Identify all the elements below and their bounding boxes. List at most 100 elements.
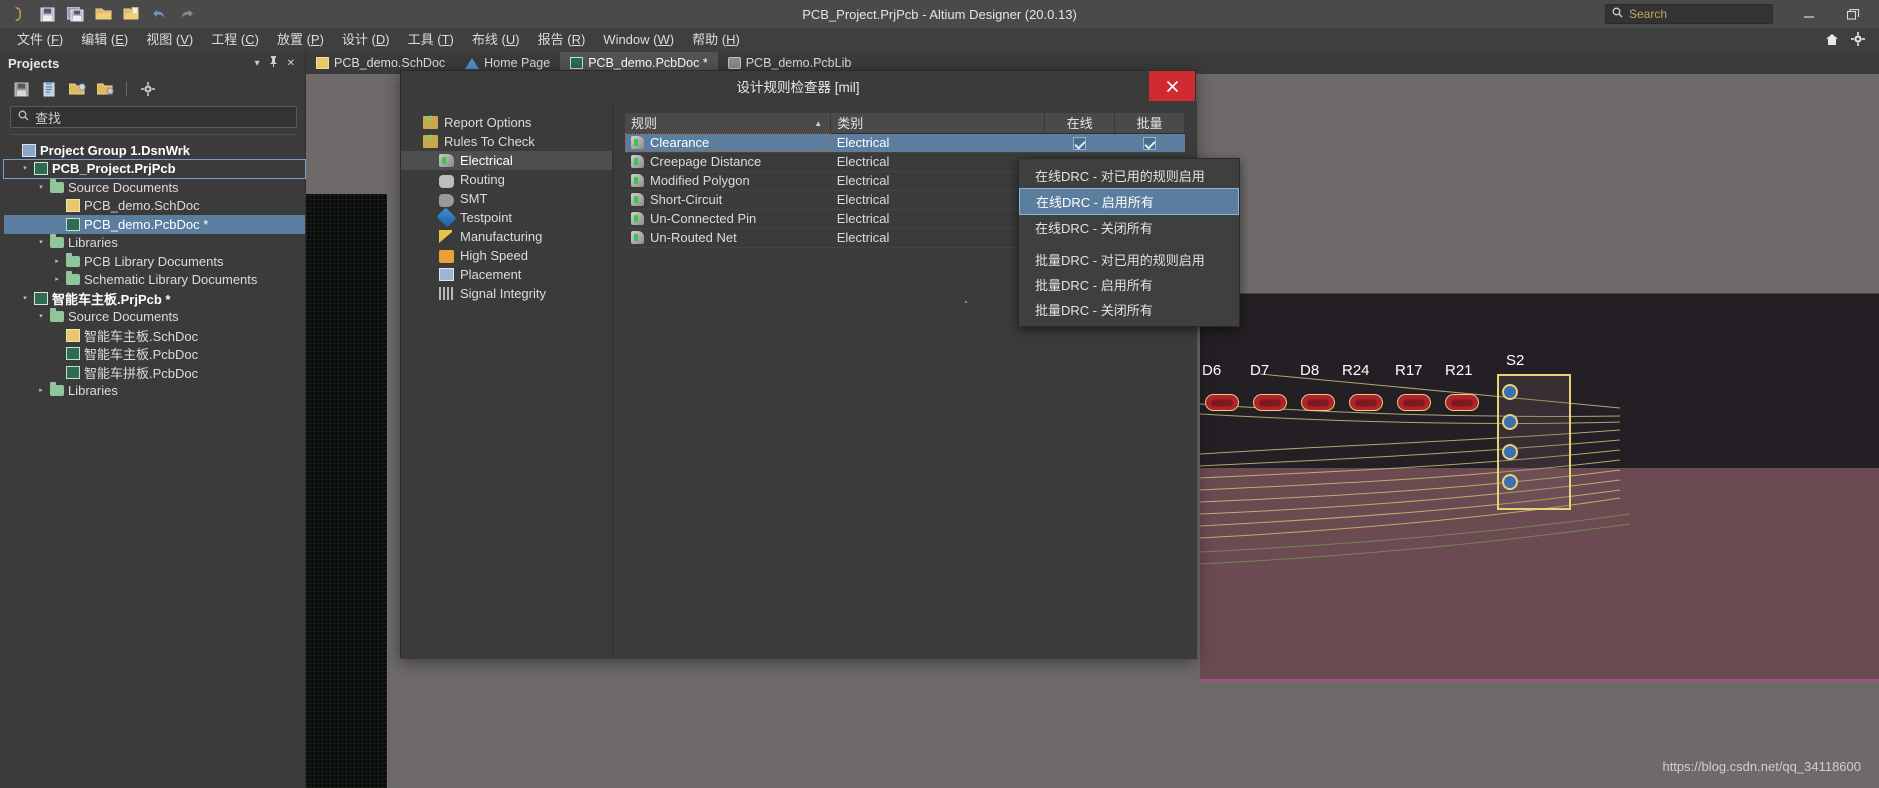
menu-window[interactable]: Window (W): [594, 28, 683, 52]
rule-category-icon: [423, 113, 438, 129]
rule-category-item[interactable]: High Speed: [401, 246, 612, 265]
tree-expander-right-icon[interactable]: [52, 276, 62, 283]
context-menu-item[interactable]: 在线DRC - 关闭所有: [1019, 215, 1239, 240]
rule-category-cell[interactable]: Electrical: [830, 152, 1045, 172]
project-tree-item[interactable]: Schematic Library Documents: [4, 271, 305, 290]
panel-pin-icon[interactable]: [269, 56, 278, 70]
batch-drc-checkbox-cell[interactable]: [1114, 133, 1185, 153]
rule-name-cell[interactable]: Short-Circuit: [625, 190, 831, 210]
panel-settings-icon[interactable]: [139, 80, 157, 98]
menu-file[interactable]: 文件 (F): [8, 28, 72, 52]
context-menu-item[interactable]: 批量DRC - 启用所有: [1019, 272, 1239, 297]
rule-name-cell[interactable]: Clearance: [625, 133, 831, 153]
checkbox-checked-icon[interactable]: [1143, 137, 1157, 151]
context-menu-item[interactable]: 批量DRC - 关闭所有: [1019, 297, 1239, 322]
menu-place[interactable]: 放置 (P): [268, 28, 333, 52]
document-tab-label: PCB_demo.PcbLib: [745, 56, 852, 70]
rule-category-item[interactable]: Signal Integrity: [401, 284, 612, 303]
rule-category-label: Testpoint: [460, 210, 513, 225]
online-drc-checkbox-cell[interactable]: [1044, 133, 1115, 153]
rule-category-cell[interactable]: Electrical: [830, 190, 1045, 210]
project-tree-item[interactable]: PCB_demo.PcbDoc *: [4, 215, 305, 234]
menu-design[interactable]: 设计 (D): [333, 28, 399, 52]
rule-name-cell[interactable]: Creepage Distance: [625, 152, 831, 172]
menu-project[interactable]: 工程 (C): [202, 28, 268, 52]
project-tree-item[interactable]: Project Group 1.DsnWrk: [4, 141, 305, 160]
tree-expander-down-icon[interactable]: [20, 295, 30, 302]
project-tree-item[interactable]: 智能车主板.PcbDoc: [4, 345, 305, 364]
rule-category-item[interactable]: Report Options: [401, 113, 612, 132]
tree-expander-down-icon[interactable]: [20, 165, 30, 172]
panel-close-icon[interactable]: ✕: [287, 58, 295, 69]
rule-category-cell[interactable]: Electrical: [830, 133, 1045, 153]
save-all-icon[interactable]: [62, 2, 88, 26]
rule-category-item[interactable]: Rules To Check: [401, 132, 612, 151]
project-tree-item[interactable]: PCB Library Documents: [4, 252, 305, 271]
rule-category-cell[interactable]: Electrical: [830, 209, 1045, 229]
rule-name-cell[interactable]: Un-Connected Pin: [625, 209, 831, 229]
settings-gear-icon[interactable]: [1851, 32, 1865, 48]
project-tree-item[interactable]: Source Documents: [4, 178, 305, 197]
open-project-icon[interactable]: [68, 80, 86, 98]
menu-tools[interactable]: 工具 (T): [399, 28, 463, 52]
undo-icon[interactable]: [146, 2, 172, 26]
menu-help[interactable]: 帮助 (H): [683, 28, 749, 52]
altium-logo-icon[interactable]: [6, 2, 32, 26]
rule-category-cell[interactable]: Electrical: [830, 171, 1045, 191]
checkbox-checked-icon[interactable]: [1073, 137, 1087, 151]
context-menu-item[interactable]: 批量DRC - 对已用的规则启用: [1019, 247, 1239, 272]
project-options-icon[interactable]: [96, 80, 114, 98]
rule-category-item[interactable]: Placement: [401, 265, 612, 284]
tree-expander-down-icon[interactable]: [36, 184, 46, 191]
rule-category-item[interactable]: Routing: [401, 170, 612, 189]
rules-table-row[interactable]: Clearance Electrical: [625, 133, 1185, 153]
save-icon[interactable]: [34, 2, 60, 26]
rule-category-item[interactable]: Manufacturing: [401, 227, 612, 246]
rule-category-item[interactable]: SMT: [401, 189, 612, 208]
minimize-button[interactable]: [1787, 0, 1831, 28]
rule-name-label: Short-Circuit: [650, 192, 723, 207]
tree-expander-down-icon[interactable]: [36, 239, 46, 246]
redo-icon[interactable]: [174, 2, 200, 26]
project-tree-item[interactable]: PCB_demo.SchDoc: [4, 197, 305, 216]
project-tree-item[interactable]: PCB_Project.PrjPcb: [3, 158, 306, 179]
column-header-category[interactable]: 类别: [830, 113, 1046, 134]
pcb-left-board-region: [306, 194, 387, 788]
menu-view[interactable]: 视图 (V): [137, 28, 202, 52]
project-tree-item[interactable]: Libraries: [4, 234, 305, 253]
panel-dropdown-icon[interactable]: ▾: [255, 58, 260, 69]
rule-name-cell[interactable]: Modified Polygon: [625, 171, 831, 191]
project-tree-item[interactable]: Libraries: [4, 382, 305, 401]
column-header-rule[interactable]: 规则 ▲: [625, 113, 832, 134]
folder-icon: [66, 252, 80, 267]
project-search-input[interactable]: 查找: [10, 106, 297, 128]
rule-category-item[interactable]: Electrical: [401, 151, 612, 170]
global-search-input[interactable]: Search: [1605, 4, 1773, 24]
compile-project-icon[interactable]: [40, 80, 58, 98]
rule-name-cell[interactable]: Un-Routed Net: [625, 228, 831, 248]
project-tree-item[interactable]: Source Documents: [4, 308, 305, 327]
restore-button[interactable]: [1831, 0, 1875, 28]
menu-route[interactable]: 布线 (U): [463, 28, 529, 52]
tree-expander-down-icon[interactable]: [36, 313, 46, 320]
open-project-icon[interactable]: [118, 2, 144, 26]
rule-category-icon: [436, 207, 457, 228]
project-tree-item[interactable]: 智能车主板.PrjPcb *: [4, 289, 305, 308]
menu-edit[interactable]: 编辑 (E): [72, 28, 137, 52]
rule-category-item[interactable]: Testpoint: [401, 207, 612, 228]
context-menu-item[interactable]: 在线DRC - 对已用的规则启用: [1019, 163, 1239, 188]
context-menu-item[interactable]: 在线DRC - 启用所有: [1019, 188, 1239, 215]
open-icon[interactable]: [90, 2, 116, 26]
project-tree-item[interactable]: 智能车主板.SchDoc: [4, 326, 305, 345]
save-project-icon[interactable]: [12, 80, 30, 98]
menu-reports[interactable]: 报告 (R): [529, 28, 595, 52]
tree-expander-right-icon[interactable]: [52, 258, 62, 265]
project-tree-item[interactable]: 智能车拼板.PcbDoc: [4, 363, 305, 382]
tree-expander-right-icon[interactable]: [36, 387, 46, 394]
rule-category-cell[interactable]: Electrical: [830, 228, 1045, 248]
search-icon: [18, 110, 29, 124]
column-header-batch[interactable]: 批量: [1114, 113, 1185, 134]
column-header-online[interactable]: 在线: [1044, 113, 1116, 134]
dialog-close-button[interactable]: [1149, 71, 1195, 101]
home-icon[interactable]: [1825, 33, 1839, 48]
